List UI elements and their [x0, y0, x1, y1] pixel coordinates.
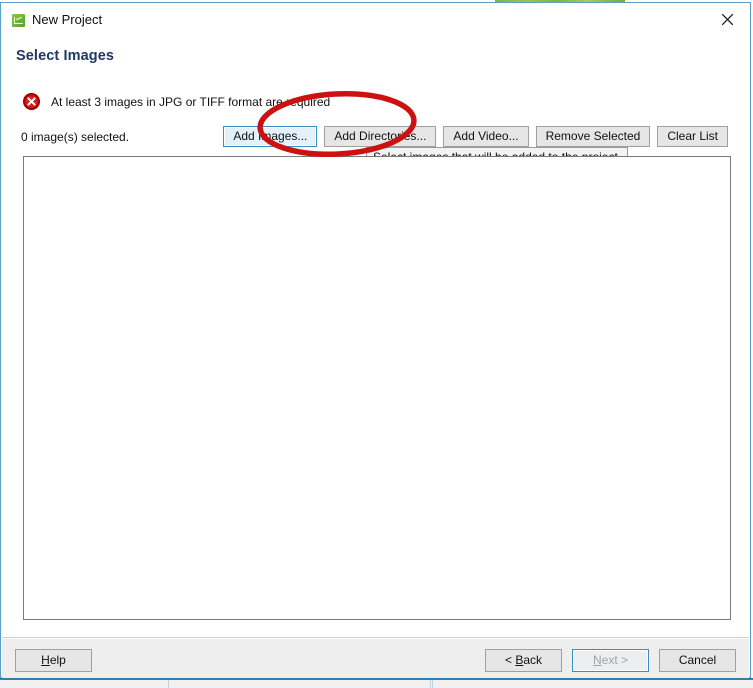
dialog-title-bar: New Project	[1, 3, 750, 36]
cancel-button[interactable]: Cancel	[659, 649, 736, 672]
clear-list-button[interactable]: Clear List	[657, 126, 728, 147]
validation-message-row: At least 3 images in JPG or TIFF format …	[23, 93, 330, 110]
selected-count-label: 0 image(s) selected.	[21, 130, 130, 144]
footer-divider	[2, 637, 749, 638]
next-button[interactable]: Next >	[572, 649, 649, 672]
next-label-rest: ext >	[601, 653, 629, 667]
new-project-dialog: New Project Select Images At least 3 ima…	[0, 2, 751, 678]
next-mnemonic: N	[592, 653, 602, 667]
error-circle-icon	[23, 93, 40, 110]
image-list-area[interactable]	[23, 156, 731, 620]
back-label-rest: ack	[523, 653, 543, 667]
close-icon[interactable]	[705, 3, 750, 35]
image-toolbar: Add Images... Add Directories... Add Vid…	[223, 126, 728, 147]
validation-message-text: At least 3 images in JPG or TIFF format …	[51, 94, 331, 109]
help-button[interactable]: Help	[15, 649, 92, 672]
dialog-footer: Help < Back Next > Cancel	[2, 639, 749, 678]
help-mnemonic: H	[41, 653, 50, 667]
page-title: Select Images	[16, 48, 115, 64]
back-button[interactable]: < Back	[485, 649, 562, 672]
add-images-button[interactable]: Add Images...	[223, 126, 318, 147]
background-window-edge	[0, 678, 753, 688]
footer-button-group: < Back Next > Cancel	[485, 649, 736, 672]
add-video-button[interactable]: Add Video...	[443, 126, 529, 147]
app-green-chart-icon	[12, 14, 25, 27]
add-directories-button[interactable]: Add Directories...	[324, 126, 437, 147]
remove-selected-button[interactable]: Remove Selected	[535, 126, 651, 147]
help-label-rest: elp	[49, 653, 66, 667]
dialog-title: New Project	[32, 12, 103, 27]
